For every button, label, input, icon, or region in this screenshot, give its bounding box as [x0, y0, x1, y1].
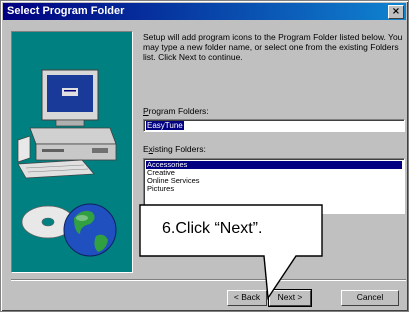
callout-text: 6.Click “Next”.: [162, 220, 263, 237]
callout-bubble: [139, 204, 323, 301]
